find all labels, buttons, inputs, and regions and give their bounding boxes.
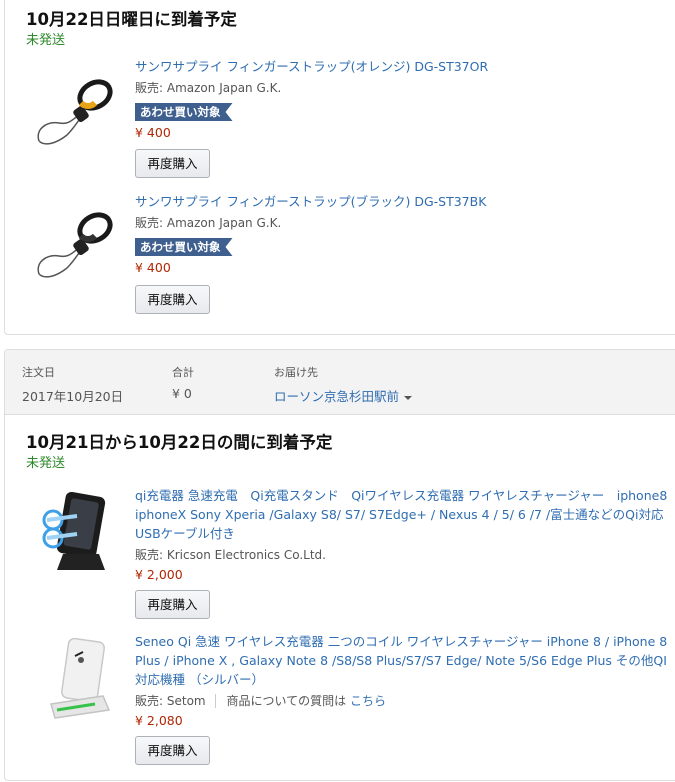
order-date-value: 2017年10月20日 (22, 389, 124, 404)
shipping-status: 未発送 (26, 456, 66, 471)
finger-strap-orange-image[interactable] (33, 71, 113, 151)
order-date-column: 注文日 2017年10月20日 (22, 364, 123, 405)
seller-name: Amazon Japan G.K. (166, 81, 282, 95)
seller-info: 販売: Kricson Electronics Co.Ltd. (135, 546, 326, 563)
item-price: ¥ 400 (135, 260, 171, 275)
chevron-down-icon[interactable] (404, 395, 413, 400)
ship-to-dropdown[interactable]: ローソン京急杉田駅前 (274, 386, 413, 405)
buy-again-button[interactable]: 再度購入 (135, 736, 210, 765)
order-card: 注文日 2017年10月20日 合計 ¥ 0 お届け先 ローソン京急杉田駅前 1… (4, 349, 675, 781)
buy-again-button[interactable]: 再度購入 (135, 285, 210, 314)
seller-label: 販売: (135, 694, 164, 708)
seller-name: Amazon Japan G.K. (166, 216, 282, 230)
seller-info: 販売: Setom 商品についての質問は こちら (135, 692, 386, 709)
order-total-column: 合計 ¥ 0 (172, 364, 194, 401)
seller-label: 販売: (135, 548, 164, 562)
product-question-link[interactable]: こちら (350, 694, 386, 708)
product-title-link[interactable]: サンワサプライ フィンガーストラップ(ブラック) DG-ST37BK (135, 192, 670, 211)
buy-again-button[interactable]: 再度購入 (135, 590, 210, 619)
product-question-text: 商品についての質問は (226, 694, 347, 708)
order-info-header: 注文日 2017年10月20日 合計 ¥ 0 お届け先 ローソン京急杉田駅前 (5, 350, 675, 415)
buy-again-button[interactable]: 再度購入 (135, 149, 210, 178)
product-title-link[interactable]: サンワサプライ フィンガーストラップ(オレンジ) DG-ST37OR (135, 57, 670, 76)
delivery-heading: 10月22日日曜日に到着予定 (26, 10, 237, 29)
product-question: 商品についての質問は こちら (215, 694, 386, 708)
item-price: ¥ 400 (135, 125, 171, 140)
seller-info: 販売: Amazon Japan G.K. (135, 214, 281, 231)
shipment-card-1: 10月22日日曜日に到着予定 未発送 サンワサプライ フィンガーストラップ(オレ… (4, 0, 675, 335)
shipping-status: 未発送 (26, 33, 66, 48)
order-date-label: 注文日 (22, 366, 55, 379)
seller-label: 販売: (135, 81, 164, 95)
wireless-charger-black-image[interactable] (33, 492, 119, 578)
order-total-value: ¥ 0 (172, 386, 192, 401)
finger-strap-black-image[interactable] (33, 204, 113, 284)
wireless-charger-white-image[interactable] (33, 638, 119, 724)
item-price: ¥ 2,080 (135, 713, 183, 728)
ship-to-label: お届け先 (274, 366, 318, 379)
order-total-label: 合計 (172, 366, 194, 379)
add-on-badge: あわせ買い対象 (135, 103, 233, 121)
item-price: ¥ 2,000 (135, 567, 183, 582)
product-title-link[interactable]: qi充電器 急速充電 Qi充電スタンド Qiワイヤレス充電器 ワイヤレスチャージ… (135, 486, 675, 543)
seller-name: Kricson Electronics Co.Ltd. (166, 548, 326, 562)
seller-info: 販売: Amazon Japan G.K. (135, 79, 281, 96)
ship-to-column: お届け先 ローソン京急杉田駅前 (274, 364, 413, 405)
seller-name: Setom (166, 694, 206, 708)
seller-label: 販売: (135, 216, 164, 230)
delivery-heading: 10月21日から10月22日の間に到着予定 (26, 433, 333, 452)
ship-to-address[interactable]: ローソン京急杉田駅前 (274, 389, 399, 404)
add-on-badge: あわせ買い対象 (135, 238, 233, 256)
product-title-link[interactable]: Seneo Qi 急速 ワイヤレス充電器 二つのコイル ワイヤレスチャージャー … (135, 632, 670, 689)
